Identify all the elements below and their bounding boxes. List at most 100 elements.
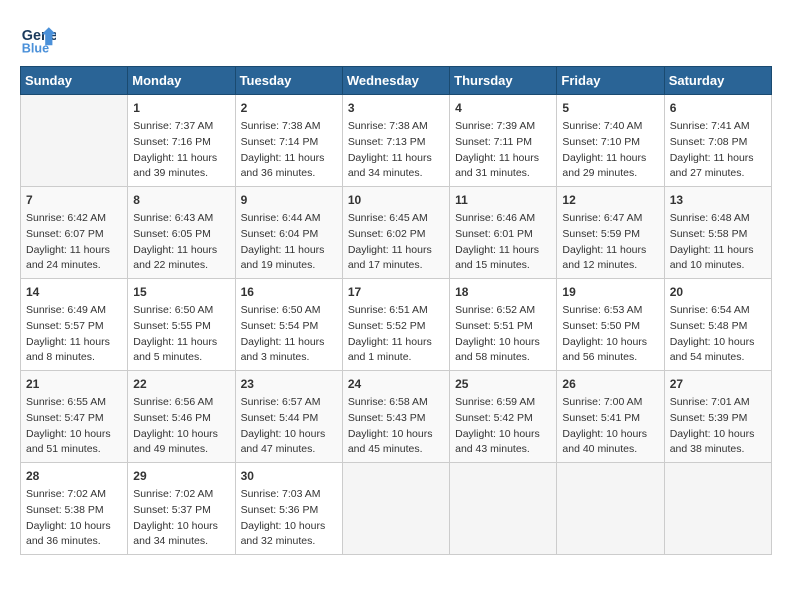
day-number: 4 xyxy=(455,99,551,117)
header-monday: Monday xyxy=(128,67,235,95)
day-info: Sunrise: 6:48 AM xyxy=(670,211,766,227)
day-info: Sunset: 6:02 PM xyxy=(348,227,444,243)
day-info: Sunrise: 7:03 AM xyxy=(241,487,337,503)
day-cell: 27Sunrise: 7:01 AMSunset: 5:39 PMDayligh… xyxy=(664,371,771,463)
day-info: Sunrise: 6:56 AM xyxy=(133,395,229,411)
day-cell: 20Sunrise: 6:54 AMSunset: 5:48 PMDayligh… xyxy=(664,279,771,371)
day-info: Sunset: 5:41 PM xyxy=(562,411,658,427)
day-info: Sunset: 7:13 PM xyxy=(348,135,444,151)
day-info: Sunset: 7:14 PM xyxy=(241,135,337,151)
day-info: Sunrise: 6:58 AM xyxy=(348,395,444,411)
header-sunday: Sunday xyxy=(21,67,128,95)
day-info: and 34 minutes. xyxy=(348,166,444,182)
day-info: and 5 minutes. xyxy=(133,350,229,366)
day-info: Sunrise: 7:02 AM xyxy=(133,487,229,503)
day-number: 13 xyxy=(670,191,766,209)
day-number: 3 xyxy=(348,99,444,117)
day-cell: 26Sunrise: 7:00 AMSunset: 5:41 PMDayligh… xyxy=(557,371,664,463)
day-cell: 15Sunrise: 6:50 AMSunset: 5:55 PMDayligh… xyxy=(128,279,235,371)
day-info: Daylight: 11 hours xyxy=(670,243,766,259)
day-info: and 17 minutes. xyxy=(348,258,444,274)
day-info: Sunrise: 6:57 AM xyxy=(241,395,337,411)
day-number: 23 xyxy=(241,375,337,393)
day-cell: 25Sunrise: 6:59 AMSunset: 5:42 PMDayligh… xyxy=(450,371,557,463)
week-row-4: 21Sunrise: 6:55 AMSunset: 5:47 PMDayligh… xyxy=(21,371,772,463)
day-info: Sunset: 5:37 PM xyxy=(133,503,229,519)
day-info: and 24 minutes. xyxy=(26,258,122,274)
day-info: Sunset: 6:01 PM xyxy=(455,227,551,243)
page-header: General Blue xyxy=(20,20,772,56)
day-number: 10 xyxy=(348,191,444,209)
header-friday: Friday xyxy=(557,67,664,95)
day-number: 2 xyxy=(241,99,337,117)
day-info: and 19 minutes. xyxy=(241,258,337,274)
day-info: and 43 minutes. xyxy=(455,442,551,458)
day-number: 5 xyxy=(562,99,658,117)
day-number: 25 xyxy=(455,375,551,393)
day-info: and 32 minutes. xyxy=(241,534,337,550)
day-info: Sunset: 5:51 PM xyxy=(455,319,551,335)
day-info: Sunrise: 7:38 AM xyxy=(348,119,444,135)
day-info: Sunrise: 6:51 AM xyxy=(348,303,444,319)
day-cell xyxy=(342,463,449,555)
day-info: Sunset: 7:16 PM xyxy=(133,135,229,151)
day-number: 15 xyxy=(133,283,229,301)
day-info: and 22 minutes. xyxy=(133,258,229,274)
day-info: and 29 minutes. xyxy=(562,166,658,182)
day-cell: 21Sunrise: 6:55 AMSunset: 5:47 PMDayligh… xyxy=(21,371,128,463)
day-info: Sunset: 5:46 PM xyxy=(133,411,229,427)
day-info: Daylight: 11 hours xyxy=(26,243,122,259)
day-cell: 8Sunrise: 6:43 AMSunset: 6:05 PMDaylight… xyxy=(128,187,235,279)
day-info: and 1 minute. xyxy=(348,350,444,366)
day-info: Sunset: 5:57 PM xyxy=(26,319,122,335)
day-info: Sunrise: 6:50 AM xyxy=(133,303,229,319)
header-saturday: Saturday xyxy=(664,67,771,95)
header-wednesday: Wednesday xyxy=(342,67,449,95)
day-cell: 17Sunrise: 6:51 AMSunset: 5:52 PMDayligh… xyxy=(342,279,449,371)
day-info: Sunset: 5:38 PM xyxy=(26,503,122,519)
day-info: and 3 minutes. xyxy=(241,350,337,366)
day-info: and 15 minutes. xyxy=(455,258,551,274)
day-cell xyxy=(450,463,557,555)
logo: General Blue xyxy=(20,20,60,56)
day-number: 8 xyxy=(133,191,229,209)
day-number: 18 xyxy=(455,283,551,301)
day-info: Daylight: 11 hours xyxy=(133,243,229,259)
day-info: Sunrise: 7:02 AM xyxy=(26,487,122,503)
day-info: Sunset: 5:43 PM xyxy=(348,411,444,427)
day-info: Sunrise: 6:45 AM xyxy=(348,211,444,227)
day-info: Sunset: 6:07 PM xyxy=(26,227,122,243)
day-info: Daylight: 11 hours xyxy=(348,335,444,351)
day-info: Sunrise: 7:38 AM xyxy=(241,119,337,135)
day-number: 9 xyxy=(241,191,337,209)
day-cell: 3 Sunrise: 7:38 AMSunset: 7:13 PMDaylight… xyxy=(342,95,449,187)
day-info: Sunset: 5:36 PM xyxy=(241,503,337,519)
day-info: and 31 minutes. xyxy=(455,166,551,182)
week-row-1: 1Sunrise: 7:37 AMSunset: 7:16 PMDaylight… xyxy=(21,95,772,187)
day-info: and 58 minutes. xyxy=(455,350,551,366)
day-info: Sunset: 5:52 PM xyxy=(348,319,444,335)
day-info: Daylight: 10 hours xyxy=(26,519,122,535)
day-info: Sunset: 5:47 PM xyxy=(26,411,122,427)
day-cell: 24Sunrise: 6:58 AMSunset: 5:43 PMDayligh… xyxy=(342,371,449,463)
day-info: and 36 minutes. xyxy=(241,166,337,182)
day-info: Sunrise: 7:00 AM xyxy=(562,395,658,411)
day-info: Daylight: 11 hours xyxy=(562,243,658,259)
day-info: Daylight: 10 hours xyxy=(241,427,337,443)
day-info: and 40 minutes. xyxy=(562,442,658,458)
day-info: Sunrise: 7:01 AM xyxy=(670,395,766,411)
day-info: Sunset: 5:55 PM xyxy=(133,319,229,335)
day-info: Sunrise: 6:50 AM xyxy=(241,303,337,319)
day-info: and 10 minutes. xyxy=(670,258,766,274)
day-info: and 27 minutes. xyxy=(670,166,766,182)
day-cell: 11Sunrise: 6:46 AMSunset: 6:01 PMDayligh… xyxy=(450,187,557,279)
day-cell: 14Sunrise: 6:49 AMSunset: 5:57 PMDayligh… xyxy=(21,279,128,371)
day-info: Daylight: 11 hours xyxy=(348,151,444,167)
day-info: and 36 minutes. xyxy=(26,534,122,550)
day-info: Sunset: 6:04 PM xyxy=(241,227,337,243)
day-info: Sunrise: 7:37 AM xyxy=(133,119,229,135)
day-info: Sunrise: 6:54 AM xyxy=(670,303,766,319)
day-number: 11 xyxy=(455,191,551,209)
day-info: Sunrise: 6:47 AM xyxy=(562,211,658,227)
day-info: Daylight: 10 hours xyxy=(133,519,229,535)
